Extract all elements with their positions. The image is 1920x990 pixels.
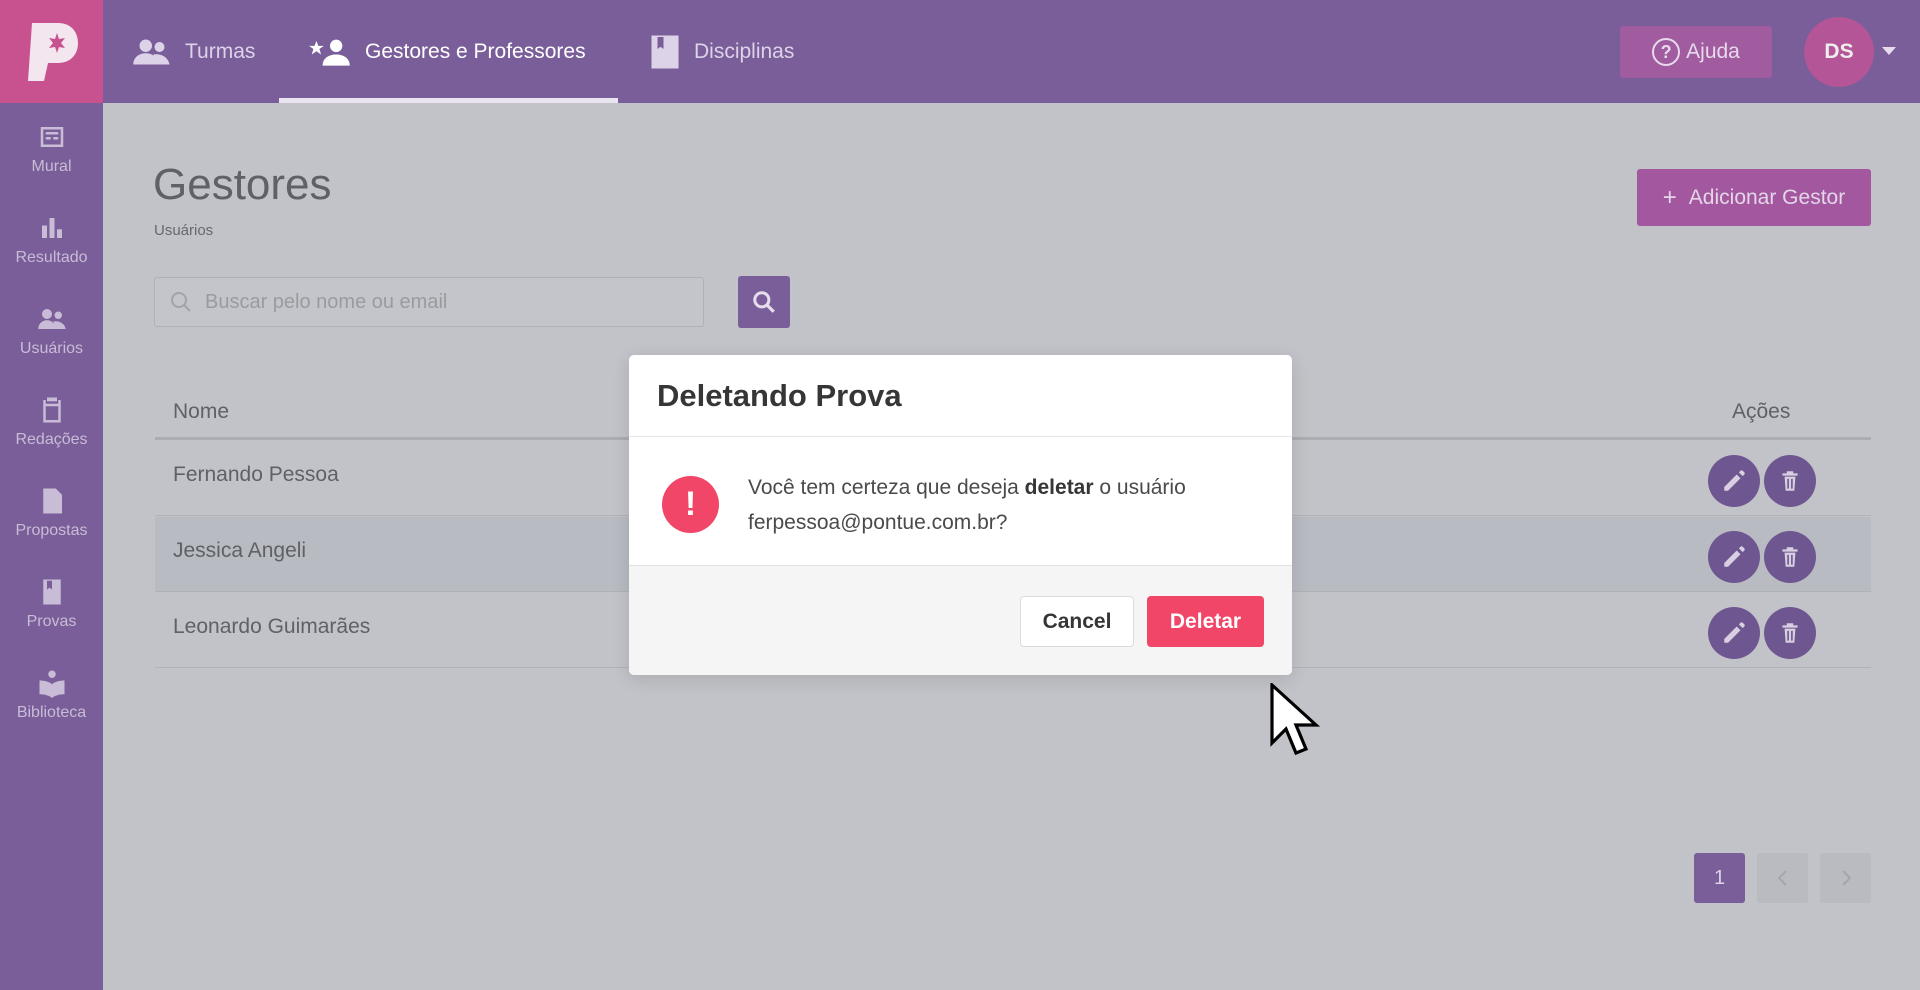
avatar[interactable]: DS	[1804, 17, 1874, 87]
users-icon	[37, 308, 66, 329]
pagination-next-button[interactable]	[1820, 853, 1871, 903]
cancel-button[interactable]: Cancel	[1020, 596, 1134, 647]
message-email: ferpessoa@pontue.com.br?	[748, 511, 1008, 534]
plus-icon: +	[1662, 183, 1677, 211]
tab-label: Gestores e Professores	[365, 39, 586, 63]
row-name: Jessica Angeli	[173, 539, 307, 562]
help-button[interactable]: ? Ajuda	[1620, 26, 1772, 78]
message-emphasis: deletar	[1024, 476, 1094, 499]
column-header-acoes: Ações	[1732, 400, 1791, 423]
column-header-nome[interactable]: Nome	[173, 400, 229, 424]
pencil-icon	[1724, 470, 1745, 491]
clipboard-icon	[42, 397, 61, 422]
active-tab-indicator	[279, 98, 618, 103]
delete-button[interactable]	[1764, 607, 1816, 659]
chevron-right-icon	[1841, 870, 1851, 886]
modal-footer: Cancel Deletar	[629, 566, 1292, 675]
sidebar-item-resultado[interactable]: Resultado	[0, 194, 103, 285]
search-field[interactable]	[154, 277, 704, 327]
row-name: Fernando Pessoa	[173, 463, 339, 486]
page-title: Gestores	[153, 160, 332, 209]
top-navbar: Turmas Gestores e Professores Disciplina…	[103, 0, 1920, 103]
edit-button[interactable]	[1708, 607, 1760, 659]
sidebar-item-label: Resultado	[15, 248, 88, 266]
trash-icon	[1782, 623, 1798, 643]
trash-icon	[1782, 471, 1798, 491]
sidebar-item-label: Mural	[31, 157, 72, 175]
tab-gestores-professores[interactable]: Gestores e Professores	[279, 0, 618, 103]
sidebar-item-label: Biblioteca	[16, 703, 87, 721]
trash-icon	[1782, 547, 1798, 567]
library-icon	[39, 670, 64, 698]
edit-button[interactable]	[1708, 531, 1760, 583]
tab-label: Turmas	[185, 39, 256, 63]
help-label: Ajuda	[1686, 40, 1740, 63]
row-name: Leonardo Guimarães	[173, 615, 371, 638]
message-text: Você tem certeza que deseja	[748, 476, 1025, 499]
sidebar-item-label: Redações	[15, 430, 88, 448]
tab-turmas[interactable]: Turmas	[133, 0, 255, 103]
book-icon	[42, 579, 61, 604]
modal-header: Deletando Prova	[629, 355, 1292, 437]
delete-button[interactable]	[1764, 531, 1816, 583]
bar-chart-icon	[41, 217, 62, 238]
add-gestor-button[interactable]: + Adicionar Gestor	[1637, 169, 1871, 226]
question-circle-icon: ?	[1652, 38, 1681, 66]
pagination-prev-button[interactable]	[1757, 853, 1808, 903]
delete-button[interactable]	[1764, 455, 1816, 507]
chevron-down-icon[interactable]	[1882, 47, 1896, 55]
sidebar-item-mural[interactable]: Mural	[0, 103, 103, 194]
chevron-left-icon	[1777, 870, 1787, 886]
sidebar-item-label: Usuários	[19, 339, 84, 357]
breadcrumb[interactable]: Usuários	[154, 222, 213, 239]
delete-confirm-button[interactable]: Deletar	[1147, 596, 1264, 647]
confirm-delete-modal: Deletando Prova ! Você tem certeza que d…	[629, 355, 1292, 675]
book-icon	[651, 35, 679, 68]
sidebar-item-propostas[interactable]: Propostas	[0, 467, 103, 558]
sidebar-item-usuarios[interactable]: Usuários	[0, 285, 103, 376]
tab-label: Disciplinas	[694, 39, 795, 63]
mural-icon	[40, 126, 63, 147]
search-button[interactable]	[738, 276, 790, 328]
sidebar-item-label: Propostas	[15, 521, 88, 539]
logo-icon	[27, 22, 78, 81]
user-star-icon	[309, 39, 350, 66]
tab-disciplinas[interactable]: Disciplinas	[650, 0, 794, 103]
exclamation-circle-icon: !	[662, 476, 719, 533]
sidebar-item-provas[interactable]: Provas	[0, 558, 103, 649]
sidebar: Mural Resultado Usuários Redações Propos…	[0, 0, 103, 990]
pencil-icon	[1724, 546, 1745, 567]
search-icon	[171, 292, 191, 312]
mouse-cursor-icon	[1270, 683, 1321, 756]
document-icon	[42, 488, 62, 513]
add-gestor-label: Adicionar Gestor	[1688, 185, 1846, 209]
pagination-page-1[interactable]: 1	[1694, 853, 1745, 903]
sidebar-item-redacoes[interactable]: Redações	[0, 376, 103, 467]
modal-title: Deletando Prova	[657, 377, 902, 413]
app-logo[interactable]	[0, 0, 103, 103]
message-text-end: o usuário	[1093, 476, 1186, 499]
users-icon	[133, 39, 170, 64]
edit-button[interactable]	[1708, 455, 1760, 507]
modal-body: ! Você tem certeza que deseja deletar o …	[629, 437, 1292, 566]
modal-message: Você tem certeza que deseja deletar o us…	[748, 470, 1268, 540]
search-input[interactable]	[205, 290, 685, 314]
pencil-icon	[1724, 622, 1745, 643]
sidebar-item-label: Provas	[26, 612, 77, 630]
sidebar-item-biblioteca[interactable]: Biblioteca	[0, 649, 103, 740]
search-icon	[753, 291, 775, 313]
